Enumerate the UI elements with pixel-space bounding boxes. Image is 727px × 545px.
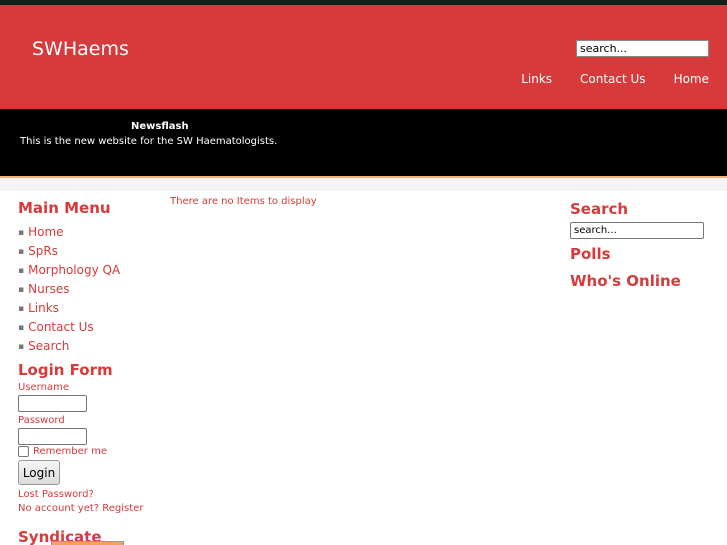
username-field[interactable]	[18, 395, 87, 412]
main-menu: Home SpRs Morphology QA Nurses Links Con…	[18, 223, 168, 356]
no-items-message: There are no Items to display	[170, 196, 317, 207]
main-menu-title: Main Menu	[18, 199, 111, 217]
menu-item-search[interactable]: Search	[18, 337, 168, 356]
newsflash-text: This is the new website for the SW Haema…	[20, 136, 278, 147]
username-label: Username	[18, 382, 69, 393]
polls-title: Polls	[570, 245, 611, 263]
top-nav: Links Contact Us Home	[493, 72, 709, 86]
search-title: Search	[570, 200, 629, 218]
login-button[interactable]: Login	[18, 460, 60, 485]
newsflash-bar: Newsflash This is the new website for th…	[0, 109, 727, 176]
remember-me[interactable]: Remember me	[18, 446, 168, 457]
site-header: SWHaems Links Contact Us Home	[0, 5, 727, 109]
login-form-title: Login Form	[18, 361, 113, 379]
left-sidebar: Main Menu Home SpRs Morphology QA Nurses…	[18, 199, 168, 545]
sidebar-search-input[interactable]	[570, 222, 704, 239]
header-search-input[interactable]	[576, 40, 709, 57]
remember-me-label: Remember me	[33, 446, 107, 457]
top-nav-home[interactable]: Home	[674, 72, 709, 86]
password-field[interactable]	[18, 428, 87, 445]
whos-online-title: Who's Online	[570, 272, 681, 290]
rss-feed-icon[interactable]	[51, 541, 124, 545]
menu-item-morphology-qa[interactable]: Morphology QA	[18, 261, 168, 280]
newsflash-title: Newsflash	[131, 121, 189, 132]
password-label: Password	[18, 415, 65, 426]
menu-item-home[interactable]: Home	[18, 223, 168, 242]
right-sidebar: Search Polls Who's Online	[570, 200, 710, 290]
divider-strip	[0, 178, 727, 191]
site-title[interactable]: SWHaems	[32, 38, 129, 60]
remember-me-checkbox[interactable]	[18, 446, 29, 457]
menu-item-contact-us[interactable]: Contact Us	[18, 318, 168, 337]
top-nav-links[interactable]: Links	[521, 72, 552, 86]
top-nav-contact-us[interactable]: Contact Us	[580, 72, 646, 86]
register-link[interactable]: No account yet? Register	[18, 502, 168, 516]
menu-item-nurses[interactable]: Nurses	[18, 280, 168, 299]
lost-password-link[interactable]: Lost Password?	[18, 488, 168, 502]
menu-item-sprs[interactable]: SpRs	[18, 242, 168, 261]
menu-item-links[interactable]: Links	[18, 299, 168, 318]
